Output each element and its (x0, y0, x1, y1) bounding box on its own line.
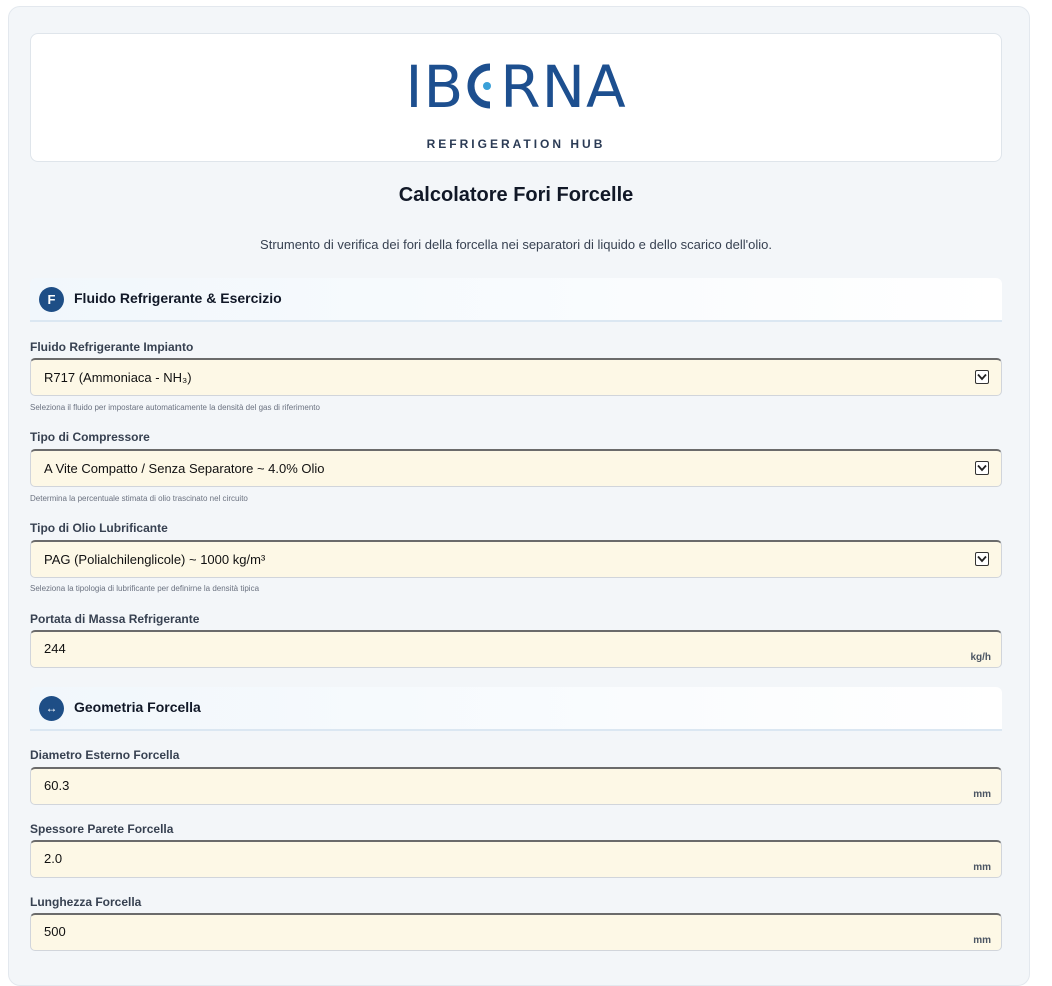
outer-diameter-label: Diametro Esterno Forcella (30, 748, 180, 762)
logo-box: IB RNA REFRIGERATION HUB (30, 33, 1002, 162)
section-header-fluid: F Fluido Refrigerante & Esercizio (30, 278, 1002, 322)
oil-hint: Seleziona la tipologia di lubrificante p… (30, 584, 260, 593)
length-label: Lunghezza Forcella (30, 895, 142, 909)
page-subtitle: Strumento di verifica dei fori della for… (260, 237, 772, 252)
wall-thickness-value: 2.0 (44, 851, 63, 866)
length-input[interactable]: 500 mm (30, 913, 1002, 951)
oil-select[interactable]: PAG (Polialchilenglicole) ~ 1000 kg/m³ (30, 540, 1002, 578)
logo-text-tail: RNA (500, 53, 627, 121)
refrigerant-select-value: R717 (Ammoniaca - NH₃) (44, 370, 192, 385)
mass-flow-input[interactable]: 244 kg/h (30, 630, 1002, 668)
compressor-hint: Determina la percentuale stimata di olio… (30, 494, 248, 503)
wall-thickness-unit: mm (973, 862, 991, 873)
section-title-geometry: Geometria Forcella (74, 699, 201, 715)
section-badge-fluid: F (39, 287, 64, 312)
logo-arc-icon (464, 54, 500, 120)
refrigerant-hint: Seleziona il fluido per impostare automa… (30, 403, 320, 412)
compressor-select-value: A Vite Compatto / Senza Separatore ~ 4.0… (44, 461, 325, 476)
refrigerant-select[interactable]: R717 (Ammoniaca - NH₃) (30, 358, 1002, 396)
outer-diameter-input[interactable]: 60.3 mm (30, 767, 1002, 805)
wall-thickness-input[interactable]: 2.0 mm (30, 840, 1002, 878)
chevron-down-icon[interactable] (975, 370, 989, 384)
page-title: Calcolatore Fori Forcelle (398, 184, 634, 206)
chevron-down-icon[interactable] (975, 552, 989, 566)
logo-wordmark: IB RNA (405, 54, 626, 120)
oil-select-value: PAG (Polialchilenglicole) ~ 1000 kg/m³ (44, 552, 266, 567)
mass-flow-unit: kg/h (970, 652, 991, 663)
horizontal-arrows-icon: ↔ (39, 696, 64, 721)
section-header-geometry: ↔ Geometria Forcella (30, 687, 1002, 731)
mass-flow-label: Portata di Massa Refrigerante (30, 612, 200, 626)
logo-text-head: IB (405, 53, 465, 121)
section-title-fluid: Fluido Refrigerante & Esercizio (74, 290, 282, 306)
mass-flow-value: 244 (44, 641, 66, 656)
compressor-select[interactable]: A Vite Compatto / Senza Separatore ~ 4.0… (30, 449, 1002, 487)
outer-diameter-unit: mm (973, 789, 991, 800)
oil-label: Tipo di Olio Lubrificante (30, 521, 168, 535)
length-value: 500 (44, 924, 66, 939)
outer-diameter-value: 60.3 (44, 778, 70, 793)
length-unit: mm (973, 935, 991, 946)
chevron-down-icon[interactable] (975, 461, 989, 475)
compressor-label: Tipo di Compressore (30, 430, 150, 444)
brand-logo: IB RNA (31, 54, 1001, 124)
logo-subtitle: REFRIGERATION HUB (426, 137, 606, 151)
wall-thickness-label: Spessore Parete Forcella (30, 822, 174, 836)
refrigerant-label: Fluido Refrigerante Impianto (30, 340, 194, 354)
